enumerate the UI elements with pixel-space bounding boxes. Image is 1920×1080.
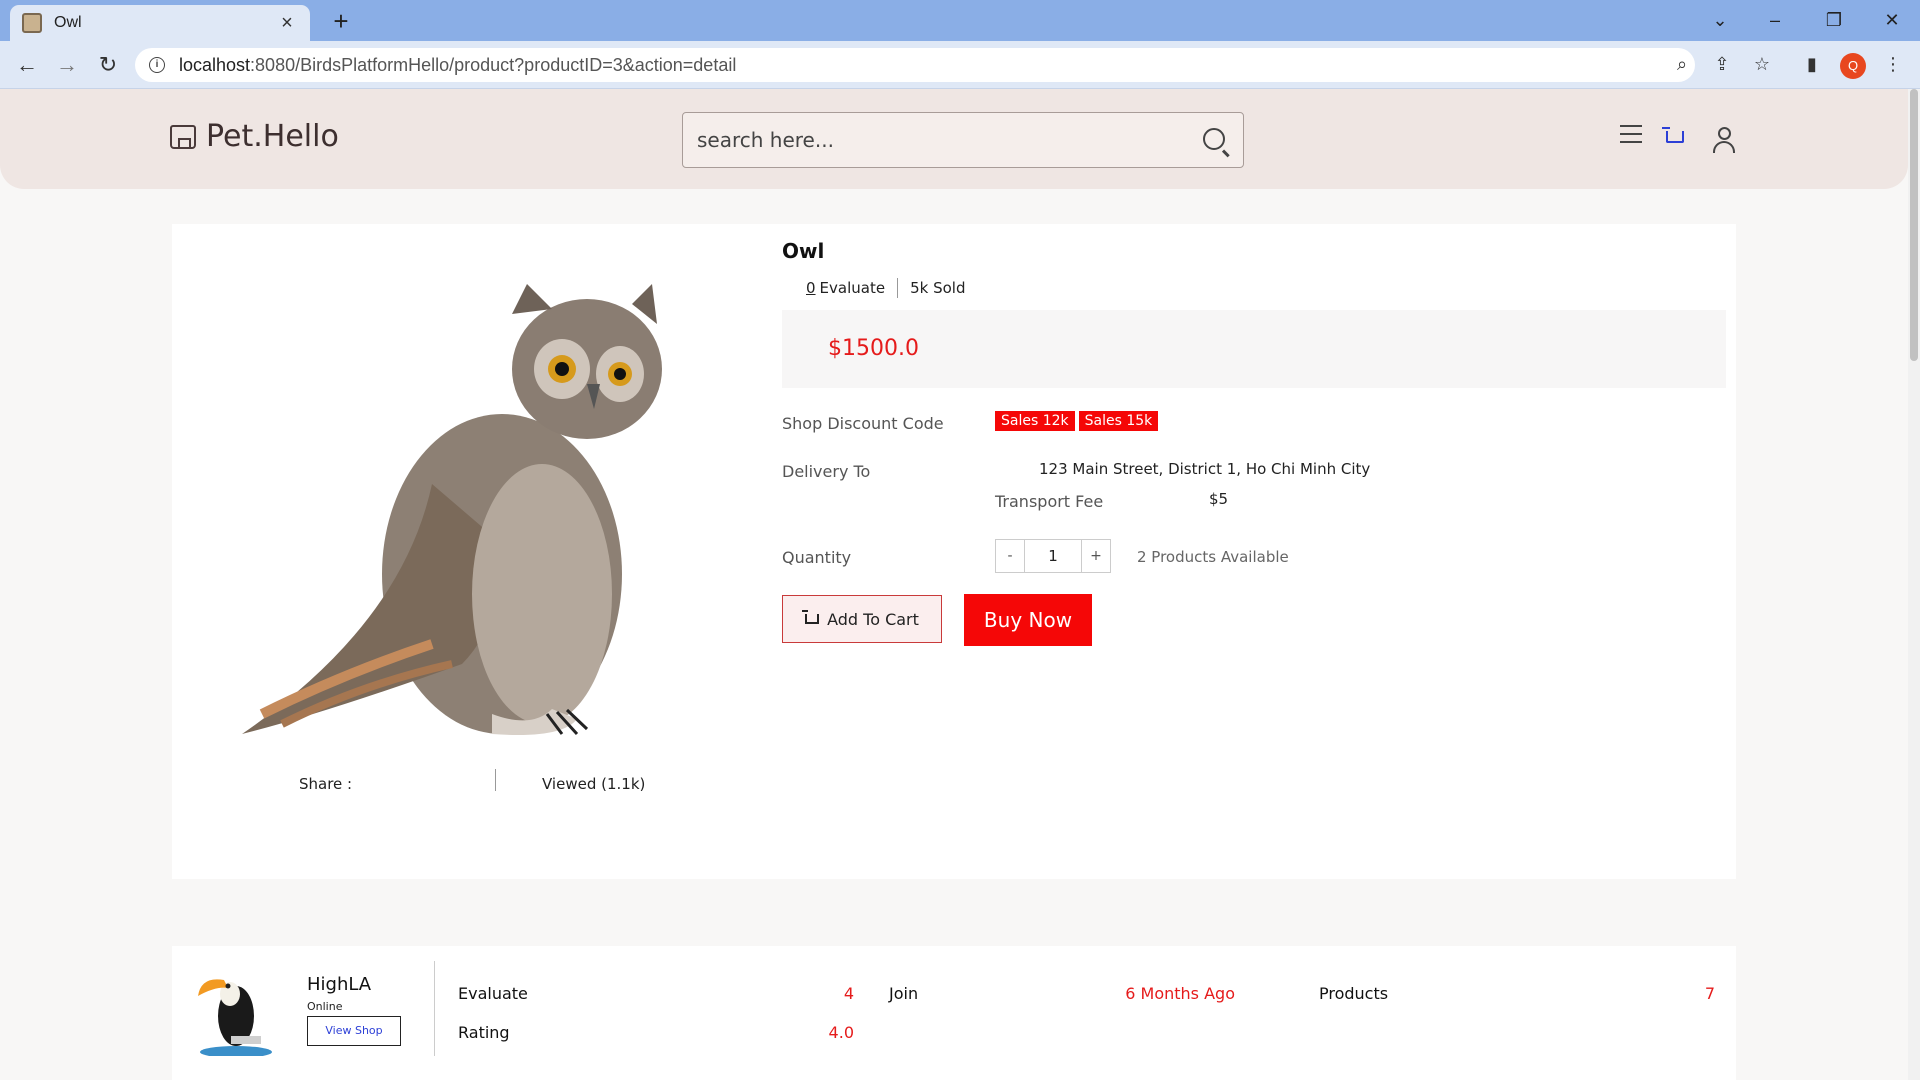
address-bar[interactable]: i localhost:8080/BirdsPlatformHello/prod…	[135, 48, 1695, 82]
site-header: Pet.Hello	[0, 89, 1908, 189]
page-scrollbar[interactable]	[1908, 89, 1920, 1080]
coupon-badge[interactable]: Sales 12k	[995, 411, 1075, 431]
menu-icon[interactable]	[1620, 125, 1642, 143]
browser-tabbar: Owl × + ⌄ – ❐ ✕	[0, 0, 1920, 41]
search-box	[682, 112, 1244, 168]
cart-icon	[802, 610, 820, 624]
browser-toolbar: ← → ↻ i localhost:8080/BirdsPlatformHell…	[0, 41, 1920, 89]
price-box: $1500.0	[782, 310, 1726, 388]
shop-products-label: Products	[1319, 984, 1389, 1003]
shop-rating-value: 4.0	[828, 1023, 854, 1042]
evaluate-count[interactable]: 0	[806, 279, 816, 297]
add-to-cart-button[interactable]: Add To Cart	[782, 595, 942, 643]
transport-fee-label: Transport Fee	[995, 492, 1104, 511]
product-stats: 0 Evaluate 5k Sold	[806, 278, 965, 298]
owl-product-image	[242, 284, 662, 736]
product-price: $1500.0	[828, 336, 919, 361]
shop-join-value: 6 Months Ago	[1125, 984, 1235, 1003]
minimize-icon[interactable]: –	[1755, 6, 1795, 34]
product-title: Owl	[782, 239, 825, 263]
share-label: Share :	[299, 775, 353, 793]
viewed-count: Viewed (1.1k)	[542, 775, 646, 793]
transport-fee-value: $5	[1209, 490, 1229, 508]
browser-tab[interactable]: Owl ×	[10, 5, 310, 41]
shop-name: HighLA	[307, 974, 372, 995]
evaluate-label: Evaluate	[819, 279, 886, 297]
shop-rating-label: Rating	[458, 1023, 510, 1042]
shop-card: HighLA Online View Shop Evaluate 4 Ratin…	[172, 946, 1736, 1080]
tab-search-chevron-icon[interactable]: ⌄	[1700, 6, 1740, 34]
coupon-badge[interactable]: Sales 15k	[1078, 411, 1159, 431]
close-window-icon[interactable]: ✕	[1872, 6, 1912, 34]
shop-products-value: 7	[1704, 984, 1715, 1003]
cart-icon[interactable]	[1662, 127, 1684, 143]
shop-divider	[434, 961, 435, 1056]
tab-title: Owl	[54, 14, 82, 31]
share-divider	[495, 769, 496, 791]
side-panel-icon[interactable]: ▮	[1797, 49, 1827, 79]
forward-icon[interactable]: →	[51, 49, 83, 81]
shop-evaluate-value: 4	[843, 984, 854, 1003]
add-to-cart-label: Add To Cart	[827, 609, 919, 629]
restore-icon[interactable]: ❐	[1814, 6, 1854, 34]
quantity-increase-button[interactable]: +	[1081, 539, 1111, 573]
share-row: Share : Viewed (1.1k)	[172, 769, 732, 799]
store-icon	[170, 124, 196, 149]
zoom-icon[interactable]: ⌕	[1667, 49, 1697, 79]
url-text: localhost:8080/BirdsPlatformHello/produc…	[179, 54, 737, 75]
reload-icon[interactable]: ↻	[92, 49, 124, 81]
back-icon[interactable]: ←	[11, 49, 43, 81]
product-card: Share : Viewed (1.1k) Owl 0 Evaluate 5k …	[172, 224, 1736, 879]
search-icon[interactable]	[1203, 128, 1225, 150]
delivery-label: Delivery To	[782, 462, 871, 481]
shop-join-label: Join	[889, 984, 919, 1003]
shop-evaluate-label: Evaluate	[458, 984, 528, 1003]
profile-avatar[interactable]: Q	[1840, 53, 1866, 79]
page-content: Pet.Hello search here... Share: Viewed …	[0, 89, 1908, 1080]
quantity-stepper: - +	[995, 539, 1111, 573]
user-icon[interactable]	[1713, 127, 1735, 153]
tab-close-icon[interactable]: ×	[276, 12, 298, 35]
discount-label: Shop Discount Code	[782, 414, 944, 433]
buy-now-button[interactable]: Buy Now	[964, 594, 1092, 646]
share-page-icon[interactable]: ⇪	[1707, 49, 1737, 79]
view-shop-button[interactable]: View Shop	[307, 1016, 401, 1046]
delivery-address: 123 Main Street, District 1, Ho Chi Minh…	[1039, 460, 1371, 478]
available-stock: 2 Products Available	[1137, 548, 1289, 566]
shop-status: Online	[307, 1000, 343, 1013]
stats-divider	[897, 278, 899, 298]
site-info-icon[interactable]: i	[149, 57, 165, 73]
browser-menu-icon[interactable]: ⋮	[1878, 49, 1908, 79]
new-tab-button[interactable]: +	[326, 6, 356, 36]
owl-favicon-icon	[22, 13, 42, 33]
bookmark-star-icon[interactable]: ☆	[1747, 49, 1777, 79]
quantity-decrease-button[interactable]: -	[995, 539, 1025, 573]
sold-count: 5k Sold	[910, 279, 966, 297]
quantity-input[interactable]	[1025, 539, 1081, 573]
shop-avatar[interactable]	[196, 966, 276, 1056]
search-input[interactable]	[697, 128, 1177, 152]
product-info: Owl 0 Evaluate 5k Sold $1500.0 Shop Disc…	[782, 224, 1726, 864]
coupon-list: Sales 12k Sales 15k	[995, 411, 1159, 431]
quantity-label: Quantity	[782, 548, 852, 567]
scrollbar-thumb[interactable]	[1910, 89, 1918, 361]
site-logo[interactable]: Pet.Hello	[170, 119, 339, 154]
logo-text: Pet.Hello	[206, 119, 339, 154]
